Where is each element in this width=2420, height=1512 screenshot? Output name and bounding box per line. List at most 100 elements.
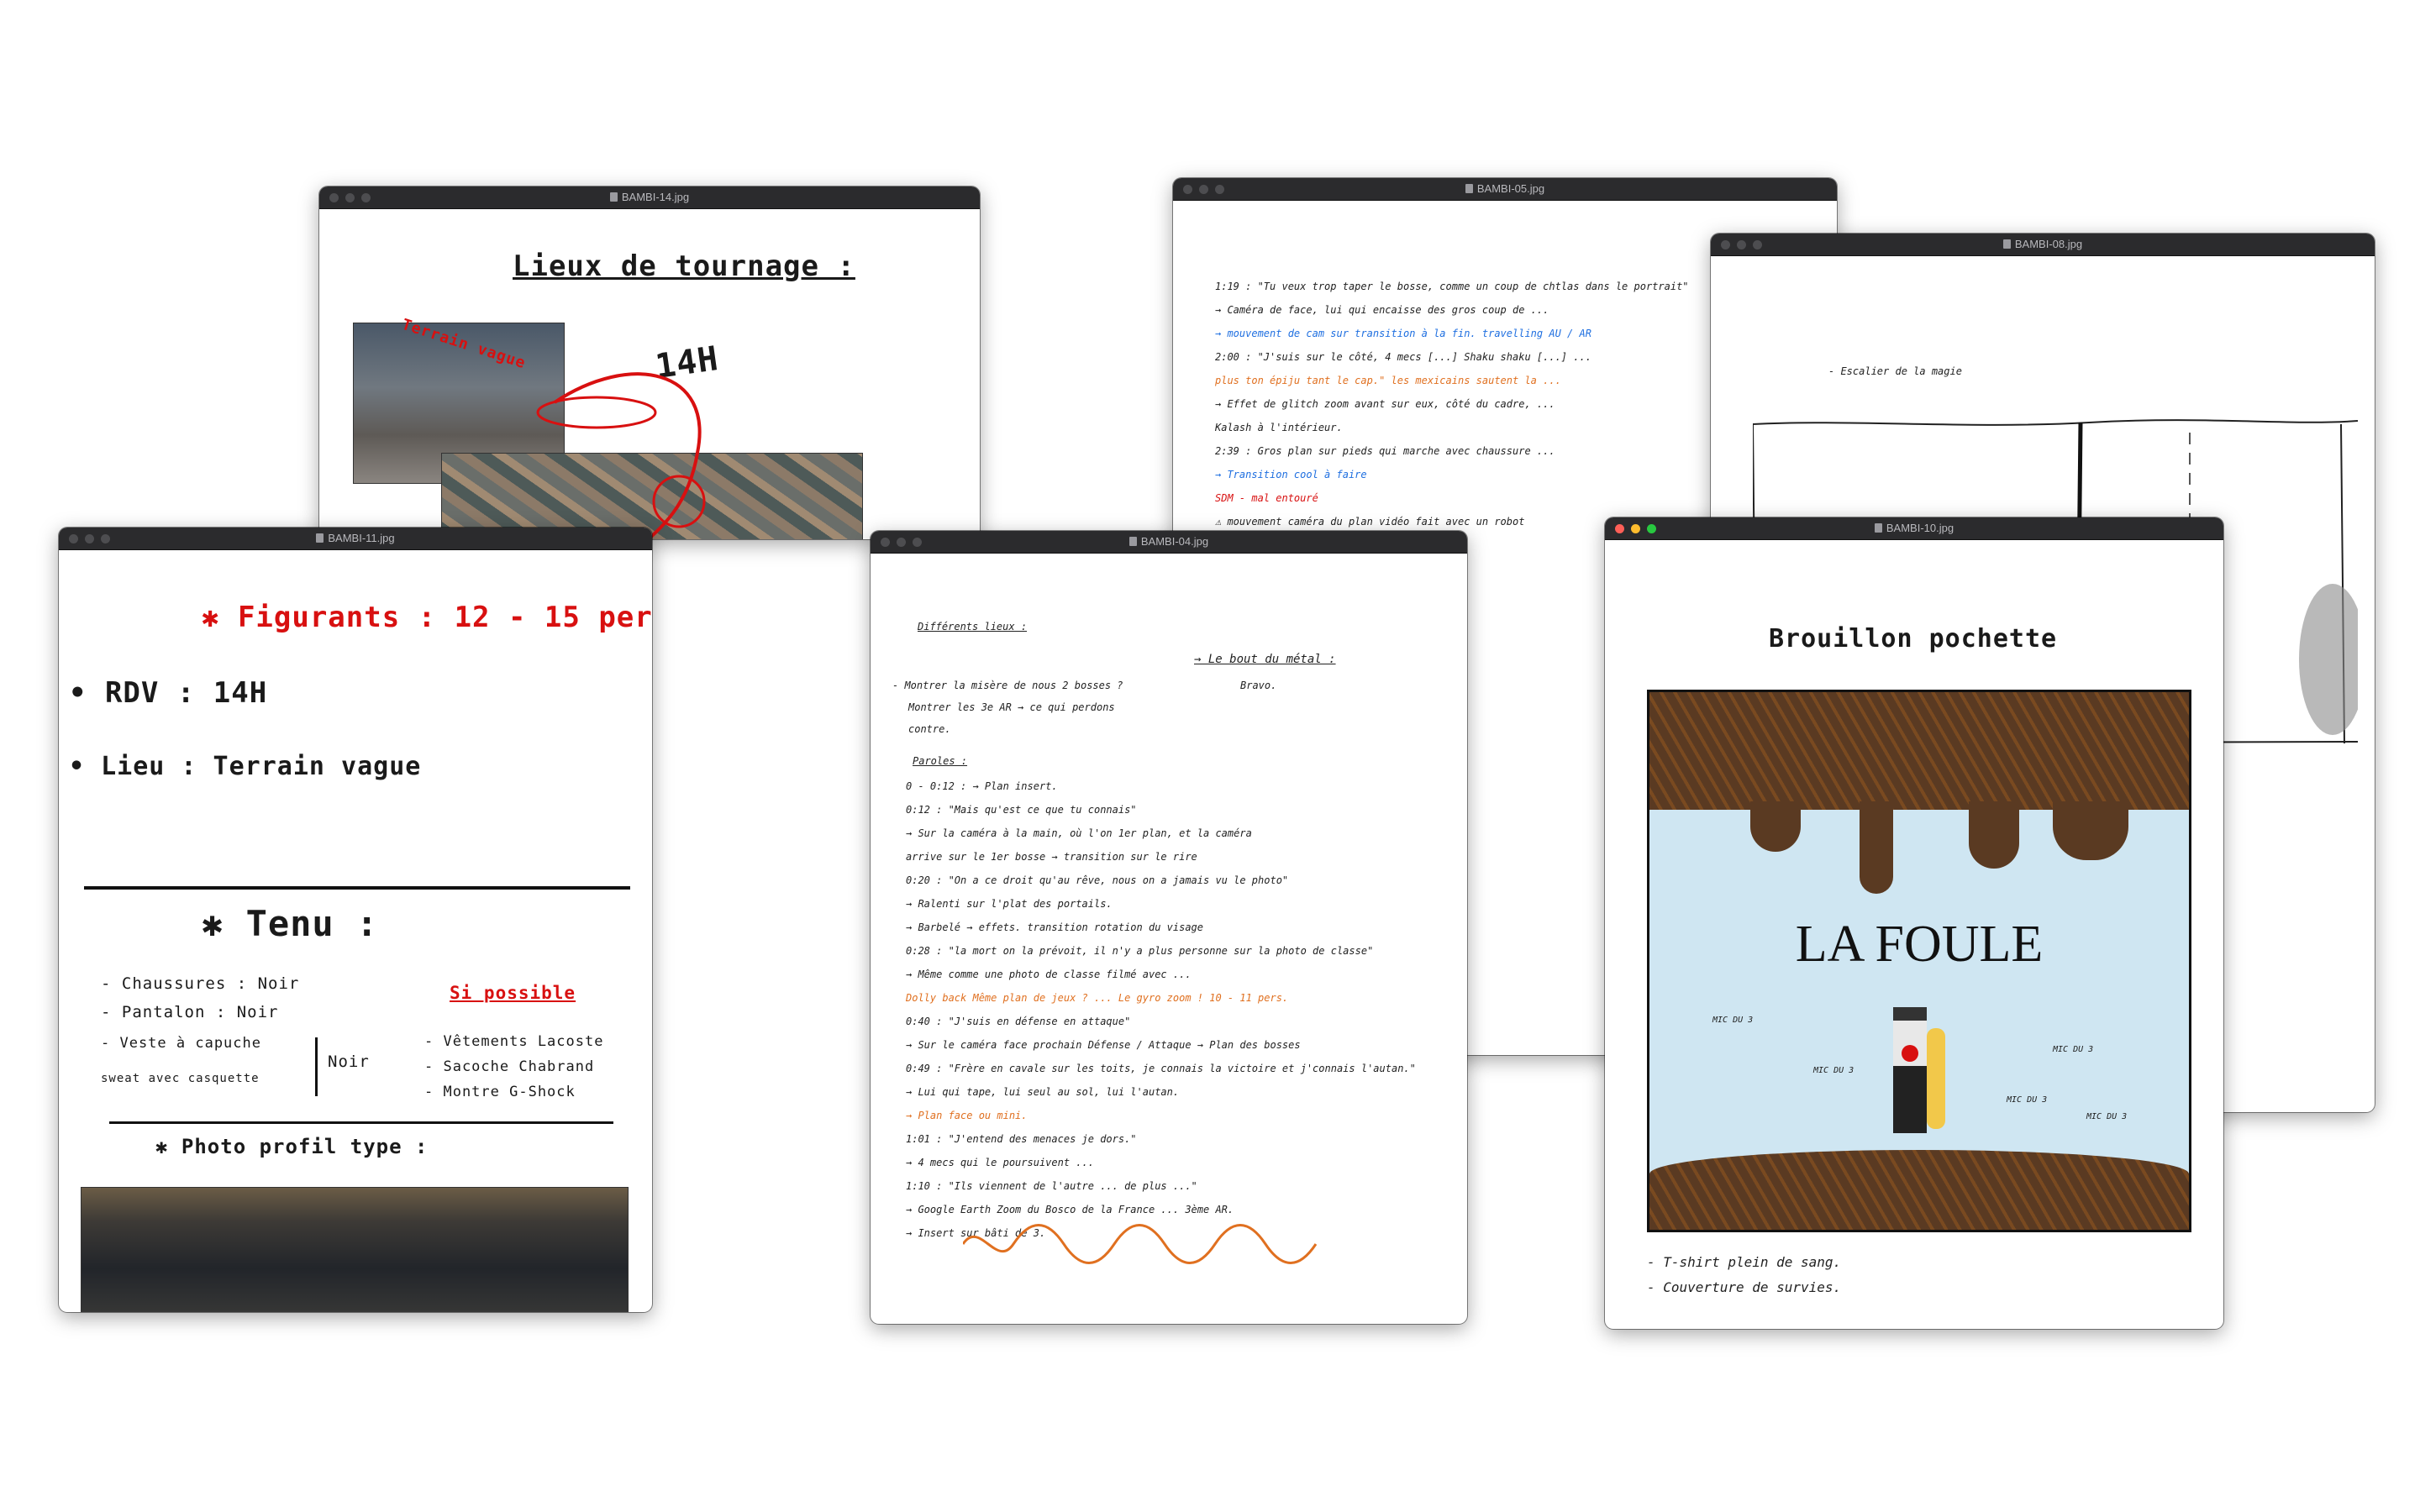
divider — [109, 1121, 613, 1124]
file-icon — [609, 192, 618, 202]
rdv-line: • RDV : 14H — [69, 676, 268, 710]
tenu-item: - Pantalon : Noir — [101, 1003, 279, 1021]
note-line: → mouvement de cam sur transition à la f… — [1215, 328, 1591, 339]
sign-label: MIC DU 3 — [1712, 1016, 1754, 1025]
window-titlebar[interactable]: BAMBI-04.jpg — [871, 531, 1467, 554]
scribble-orange — [963, 1224, 1318, 1264]
sign-label: MIC DU 3 — [1813, 1066, 1854, 1075]
photo-profil-heading: ✱ Photo profil type : — [155, 1135, 429, 1158]
tenu-item: - Veste à capuche — [101, 1035, 261, 1052]
note-line: Kalash à l'intérieur. — [1215, 422, 1343, 433]
window-bambi-11[interactable]: BAMBI-11.jpg ✱ Figurants : 12 - 15 pers.… — [59, 528, 652, 1312]
route-arrow-icon — [536, 372, 706, 539]
file-icon — [2002, 239, 2011, 249]
note-line: → Transition cool à faire — [1215, 469, 1367, 480]
page-heading: Brouillon pochette — [1769, 624, 2058, 654]
cover-title: LA FOULE — [1795, 916, 2044, 973]
brace — [315, 1037, 323, 1096]
cover-ground — [1649, 1150, 2189, 1230]
note-line: 1:10 : "Ils viennent de l'autre ... de p… — [906, 1180, 1197, 1192]
note-line: → Caméra de face, lui qui encaisse des g… — [1215, 304, 1549, 316]
window-titlebar[interactable]: BAMBI-14.jpg — [319, 186, 980, 209]
noir-brace-label: Noir — [328, 1053, 370, 1071]
extra-items: - Vêtements Lacoste - Sacoche Chabrand -… — [424, 1033, 603, 1109]
document-page: Brouillon pochette LA FOULE MIC DU 3 MIC… — [1605, 540, 2223, 1329]
window-bambi-04[interactable]: BAMBI-04.jpg Différents lieux : → Le bou… — [871, 531, 1467, 1324]
file-icon — [1874, 523, 1882, 533]
extra-item: - Vêtements Lacoste — [424, 1033, 604, 1050]
note-line: 0 - 0:12 : → Plan insert. — [906, 780, 1058, 792]
sketch-note: - Escalier de la magie — [1828, 365, 1962, 377]
document-page: Différents lieux : → Le bout du métal : … — [871, 554, 1467, 1324]
sign-label: MIC DU 3 — [2007, 1095, 2048, 1105]
metal-heading: → Le bout du métal : — [1194, 653, 1336, 666]
window-titlebar[interactable]: BAMBI-08.jpg — [1711, 234, 2375, 256]
note-line: plus ton épiju tant le cap." les mexicai… — [1215, 375, 1561, 386]
window-title: BAMBI-05.jpg — [1173, 182, 1837, 195]
cover-note: - Couverture de survies. — [1647, 1279, 1842, 1295]
document-page: ✱ Figurants : 12 - 15 pers. • RDV : 14H … — [59, 550, 652, 1312]
sign-label: MIC DU 3 — [2086, 1112, 2128, 1121]
note-line: → Même comme une photo de classe filmé a… — [906, 969, 1192, 980]
note-line: 0:28 : "la mort on la prévoit, il n'y a … — [906, 945, 1374, 957]
figurants-heading: ✱ Figurants : 12 - 15 pers. — [202, 601, 652, 634]
note-line: Dolly back Même plan de jeux ? ... Le gy… — [906, 992, 1289, 1004]
note-line: → Lui qui tape, lui seul au sol, lui l'a… — [906, 1086, 1180, 1098]
tenu-item: sweat avec casquette — [101, 1072, 260, 1085]
window-title-text: BAMBI-05.jpg — [1476, 182, 1545, 195]
note-line: SDM - mal entouré — [1215, 492, 1318, 504]
cover-drip — [1860, 801, 1893, 894]
window-title-text: BAMBI-08.jpg — [2014, 238, 2083, 250]
note-line: 0:20 : "On a ce droit qu'au rêve, nous o… — [906, 874, 1289, 886]
album-cover-sketch: LA FOULE MIC DU 3 MIC DU 3 MIC DU 3 MIC … — [1647, 690, 2191, 1232]
tenu-list: - Chaussures : Noir - Pantalon : Noir - … — [101, 974, 299, 1097]
note-line: 0:12 : "Mais qu'est ce que tu connais" — [906, 804, 1137, 816]
window-titlebar[interactable]: BAMBI-11.jpg — [59, 528, 652, 550]
note-line: → 4 mecs qui le poursuivent ... — [906, 1157, 1094, 1168]
file-icon — [1465, 184, 1473, 193]
sign-label: MIC DU 3 — [2053, 1045, 2094, 1054]
cover-figure-blood — [1902, 1045, 1918, 1062]
cover-drip — [1969, 801, 2019, 869]
intro-line: - Montrer la misère de nous 2 bosses ? — [892, 680, 1123, 691]
file-icon — [316, 533, 324, 543]
paroles-heading: Paroles : — [913, 755, 968, 767]
cover-figure-hair — [1927, 1028, 1945, 1129]
note-line: → Effet de glitch zoom avant sur eux, cô… — [1215, 398, 1555, 410]
note-line: 1:01 : "J'entend des menaces je dors." — [906, 1133, 1137, 1145]
window-title: BAMBI-08.jpg — [1711, 238, 2375, 250]
window-title-text: BAMBI-10.jpg — [1886, 522, 1954, 534]
intro-line: contre. — [908, 723, 951, 735]
note-line: 2:00 : "J'suis sur le côté, 4 mecs [...]… — [1215, 351, 1591, 363]
window-title: BAMBI-11.jpg — [59, 532, 652, 544]
note-line: 1:19 : "Tu veux trop taper le bosse, com… — [1215, 281, 1689, 292]
group-photo — [81, 1187, 629, 1312]
window-bambi-10[interactable]: BAMBI-10.jpg Brouillon pochette LA FOULE… — [1605, 517, 2223, 1329]
window-titlebar[interactable]: BAMBI-05.jpg — [1173, 178, 1837, 201]
metal-sub: Bravo. — [1240, 680, 1277, 691]
note-line: ⚠ mouvement caméra du plan vidéo fait av… — [1215, 516, 1525, 528]
cover-top-band — [1649, 692, 2189, 810]
cover-note: - T-shirt plein de sang. — [1647, 1254, 1842, 1270]
window-titlebar[interactable]: BAMBI-10.jpg — [1605, 517, 2223, 540]
note-line: → Ralenti sur l'plat des portails. — [906, 898, 1113, 910]
intro-line: Montrer les 3e AR → ce qui perdons — [908, 701, 1115, 713]
lieu-line: • Lieu : Terrain vague — [69, 752, 422, 781]
file-icon — [1128, 537, 1137, 546]
document-page: Lieux de tournage : Terrain vague 14H — [319, 209, 980, 539]
cover-drip — [2053, 801, 2128, 860]
note-line: → Barbelé → effets. transition rotation … — [906, 921, 1204, 933]
note-line: 2:39 : Gros plan sur pieds qui marche av… — [1215, 445, 1555, 457]
lieux-heading: Différents lieux : — [918, 621, 1028, 633]
note-line: → Sur le caméra face prochain Défense / … — [906, 1039, 1301, 1051]
note-line: → Google Earth Zoom du Bosco de la Franc… — [906, 1204, 1234, 1215]
note-line: → Plan face ou mini. — [906, 1110, 1028, 1121]
page-heading: Lieux de tournage : — [513, 249, 855, 283]
tenu-item: - Chaussures : Noir — [101, 974, 300, 993]
extra-item: - Sacoche Chabrand — [424, 1058, 595, 1075]
window-title-text: BAMBI-11.jpg — [328, 532, 395, 544]
window-title-text: BAMBI-14.jpg — [621, 191, 690, 203]
cover-drip — [1750, 801, 1801, 852]
divider — [84, 886, 630, 890]
window-bambi-14[interactable]: BAMBI-14.jpg Lieux de tournage : Terrain… — [319, 186, 980, 539]
